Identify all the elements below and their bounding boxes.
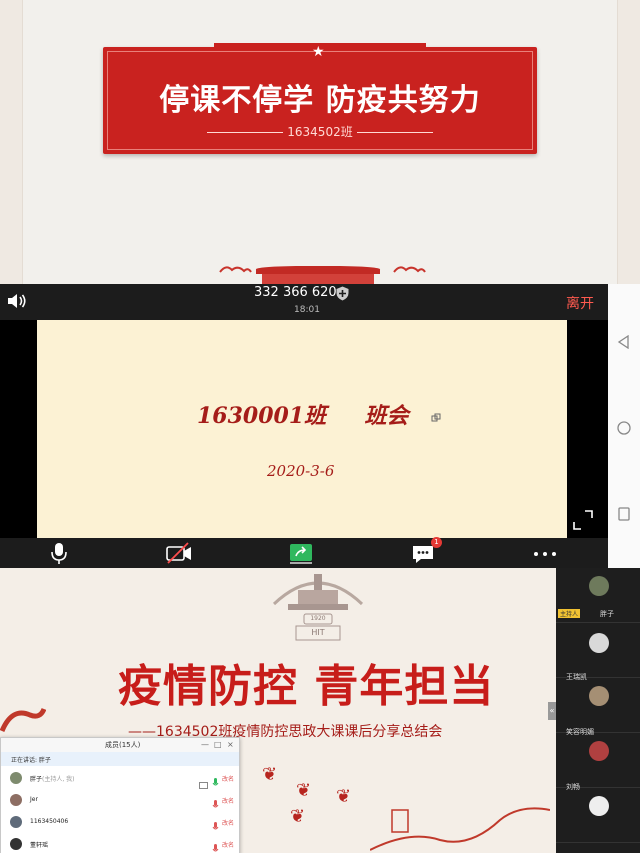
member-name: 董轩瑶 <box>30 842 49 849</box>
shared-slide: 1630001班 班会 2020-3-6 <box>37 320 567 551</box>
microphone-off-icon[interactable] <box>212 795 219 808</box>
star-icon: ★ <box>312 44 325 60</box>
member-name: 1163450406 <box>30 818 69 825</box>
poster-subtitle-line: 1634502班 <box>103 123 537 140</box>
emblem-text: HIT <box>311 628 325 637</box>
speaking-indicator: 正在讲话: 胖子 <box>1 752 239 766</box>
video-tile[interactable]: 刘畅 <box>556 783 640 843</box>
share-screen-icon[interactable] <box>286 541 316 565</box>
great-wall-ornament <box>369 790 551 853</box>
bird-ornament: ❦ <box>296 780 312 801</box>
members-window-header: 成员(15人) — □ × <box>1 738 239 752</box>
member-name: 胖子(主持人, 我) <box>30 776 75 783</box>
participant-avatar <box>589 686 609 706</box>
member-row[interactable]: 胖子(主持人, 我) 改名 <box>1 768 239 790</box>
microphone-off-icon[interactable] <box>212 839 219 852</box>
cloud-ornament-left <box>218 263 252 273</box>
participant-avatar <box>589 576 609 596</box>
meeting-id[interactable]: 332 366 620 <box>254 285 337 300</box>
slide-date: 2020-3-6 <box>267 462 335 480</box>
bird-ornament: ❦ <box>262 764 278 785</box>
participant-name: 胖子 <box>600 610 614 618</box>
poster-subtitle: 1634502班 <box>287 125 353 139</box>
slide-title: 1630001班 班会 <box>197 403 409 429</box>
meeting-window: 332 366 620 18:01 离开 1630001班 班会 2020-3-… <box>0 284 640 568</box>
members-window-title: 成员(15人) <box>105 741 141 749</box>
chat-icon[interactable]: 1 <box>408 537 442 565</box>
member-avatar <box>10 838 22 850</box>
microphone-off-icon[interactable] <box>212 817 219 830</box>
meeting-toolbar: 1 <box>0 537 608 568</box>
poster-left-border <box>0 0 23 284</box>
palace-ornament <box>250 262 386 284</box>
emblem-year: 1920 <box>310 615 326 622</box>
back-icon[interactable] <box>617 334 631 350</box>
rename-link[interactable]: 改名 <box>222 796 234 805</box>
video-strip: 主持人 胖子 王瑞凯 笑容明媚 刘畅 <box>556 568 640 853</box>
rename-link[interactable]: 改名 <box>222 774 234 783</box>
leave-button[interactable]: 离开 <box>566 293 594 313</box>
video-off-icon[interactable] <box>164 541 194 565</box>
left-decoration <box>0 701 47 741</box>
panel-collapse-handle[interactable]: « <box>548 702 556 720</box>
rename-link[interactable]: 改名 <box>222 818 234 827</box>
bird-ornament: ❦ <box>336 786 352 807</box>
members-window: 成员(15人) — □ × 正在讲话: 胖子 胖子(主持人, 我) 改名 Jer… <box>0 737 240 853</box>
speaking-label: 正在讲话: 胖子 <box>11 757 51 764</box>
member-avatar <box>10 772 22 784</box>
participant-name: 刘畅 <box>566 783 580 791</box>
hit-emblem: 1920 HIT <box>268 568 368 644</box>
close-icon[interactable]: × <box>227 739 234 750</box>
rename-link[interactable]: 改名 <box>222 840 234 849</box>
video-tile[interactable]: 主持人 胖子 <box>556 609 640 678</box>
cloud-ornament-right <box>392 263 426 273</box>
poster-title: 停课不停学 防疫共努力 <box>159 83 481 118</box>
participant-name: 王瑞凯 <box>566 673 587 681</box>
video-tile[interactable]: 笑容明媚 <box>556 728 640 788</box>
screen-share-icon <box>199 774 208 789</box>
fullscreen-icon[interactable] <box>572 509 594 531</box>
presentation-panel: 1920 HIT 疫情防控 青年担当 ——1634502班疫情防控思政大课课后分… <box>0 568 640 853</box>
chat-unread-badge: 1 <box>431 537 442 548</box>
home-icon[interactable] <box>617 420 631 435</box>
participant-avatar <box>589 633 609 653</box>
link-icon <box>431 408 441 422</box>
host-badge: 主持人 <box>558 609 581 618</box>
subtitle-rule-right <box>356 132 433 133</box>
member-row[interactable]: Jer 改名 <box>1 790 239 812</box>
member-avatar <box>10 816 22 828</box>
member-avatar <box>10 794 22 806</box>
bird-ornament: ❦ <box>290 806 306 827</box>
poster-banner: 停课不停学 防疫共努力 1634502班 <box>103 43 537 154</box>
participant-avatar <box>589 796 609 816</box>
microphone-icon[interactable] <box>212 773 219 786</box>
member-row[interactable]: 董轩瑶 改名 <box>1 834 239 853</box>
speaker-icon[interactable] <box>7 293 27 309</box>
poster-right-border <box>617 0 640 284</box>
participant-name: 笑容明媚 <box>566 728 594 736</box>
maximize-icon[interactable]: □ <box>214 739 222 750</box>
member-row[interactable]: 1163450406 改名 <box>1 812 239 834</box>
microphone-icon[interactable] <box>44 541 74 565</box>
meeting-time: 18:01 <box>294 305 320 315</box>
poster-panel: 停课不停学 防疫共努力 1634502班 ★ <box>0 0 640 284</box>
minimize-icon[interactable]: — <box>201 739 209 750</box>
video-tile[interactable]: 王瑞凯 <box>556 673 640 733</box>
recent-apps-icon[interactable] <box>617 506 631 521</box>
presentation-title: 疫情防控 青年担当 <box>118 661 495 712</box>
subtitle-rule-left <box>207 132 284 133</box>
shield-icon[interactable] <box>336 286 349 301</box>
more-icon[interactable] <box>530 541 560 565</box>
member-name: Jer <box>30 796 38 803</box>
participant-avatar <box>589 741 609 761</box>
meeting-topbar: 332 366 620 18:01 离开 <box>0 284 608 320</box>
android-nav-bar <box>608 284 640 568</box>
